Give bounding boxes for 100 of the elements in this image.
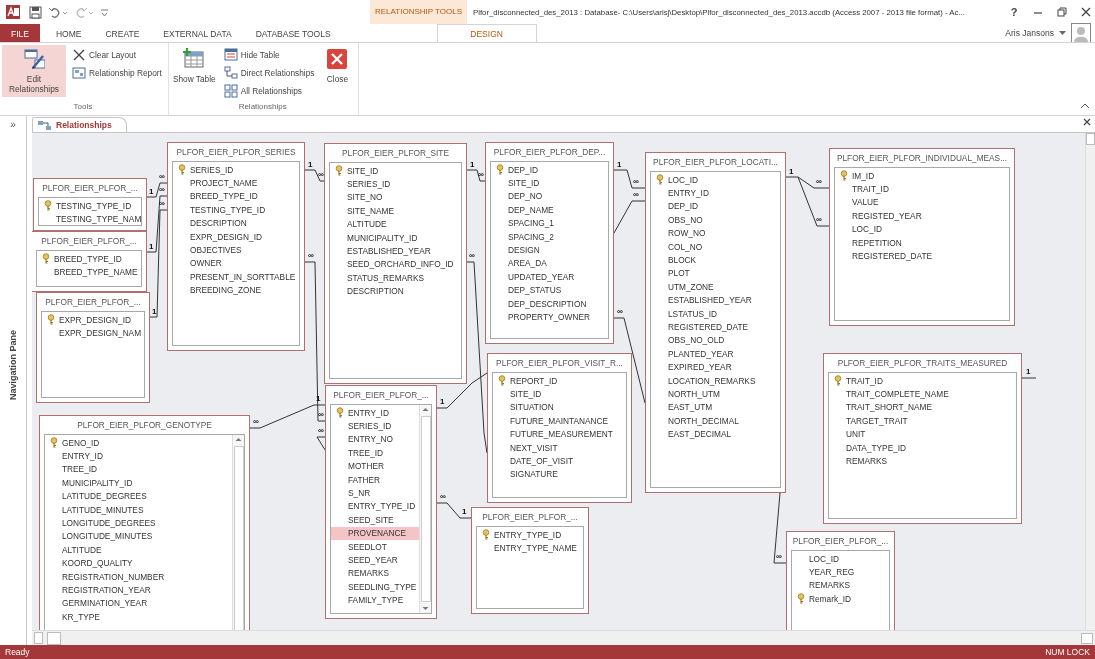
field-row[interactable]: LSTATUS_ID (651, 306, 780, 321)
field-row[interactable]: EAST_UTM (651, 400, 780, 415)
table-window[interactable]: PLFOR_EIER_PLFOR_... BREED_TYPE_ID BREED_TYPE_NAME (32, 231, 147, 292)
ribbon-tab[interactable]: FILE (0, 24, 40, 42)
scroll-down-icon[interactable] (421, 604, 430, 613)
field-row[interactable]: TESTING_TYPE_ID (39, 199, 141, 213)
field-row[interactable]: ENTRY_TYPE_NAME (477, 541, 583, 555)
table-window[interactable]: PLFOR_EIER_PLFOR_TRAITS_MEASURED TRAIT_ID TRAIT_COMPLETE_NAME TRAIT_SHORT_NAME TARGET_TRAIT UNIT DATA_TYPE_ID REMARKS (823, 353, 1022, 524)
field-row[interactable]: DEP_ID (491, 163, 608, 177)
field-row[interactable]: TESTING_TYPE_NAM (39, 212, 141, 225)
field-row[interactable]: REPORT_ID (493, 374, 626, 388)
field-row[interactable]: REMARKS (792, 578, 889, 593)
table-title[interactable]: PLFOR_EIER_PLFOR_VISIT_R... (492, 354, 627, 372)
field-row[interactable]: Remark_ID (792, 592, 889, 606)
field-row[interactable]: SPACING_2 (491, 229, 608, 244)
field-row[interactable]: REMARKS (331, 566, 419, 581)
field-row[interactable]: S_NR (331, 486, 419, 500)
table-window[interactable]: PLFOR_EIER_PLFOR_... EXPR_DESIGN_ID EXPR_DESIGN_NAM (36, 292, 150, 403)
field-row[interactable]: TRAIT_SHORT_NAME (829, 400, 1016, 415)
ribbon-button[interactable]: Clear Layout (70, 47, 164, 63)
relationship-line[interactable] (773, 492, 787, 564)
field-row[interactable]: ENTRY_ID (45, 449, 232, 463)
table-window[interactable]: PLFOR_EIER_PLFOR_... TESTING_TYPE_ID TESTING_TYPE_NAM (33, 178, 147, 231)
field-row[interactable]: ENTRY_ID (331, 406, 419, 420)
field-row[interactable]: SIGNATURE (493, 467, 626, 482)
save-icon[interactable] (29, 5, 42, 19)
table-window[interactable]: PLFOR_EIER_PLFOR_... ENTRY_ID SERIES_ID ENTRY_NO TREE_ID MOTHER FATHER S_NR ENTRY_TYPE_ID SEED_SITE PROVENANCE SEEDLOT SEED_YEAR REMARKS SEEDLING_TYPE FAMILY_TYPE (325, 385, 437, 619)
table-window[interactable]: PLFOR_EIER_PLFOR_SERIES SERIES_ID PROJECT_NAME BREED_TYPE_ID TESTING_TYPE_ID DESCRIPTION EXPR_DESIGN_ID OBJECTIVES OWNER PRESENT_IN_SORTTABLE BREEDING_ZONE (167, 142, 305, 351)
table-window[interactable]: PLFOR_EIER_PLFOR_DEP... DEP_ID SITE_ID DEP_NO DEP_NAME SPACING_1 SPACING_2 DESIGN AREA_DA UPDATED_YEAR DEP_STATUS DEP_DESCRIPTION PROPERTY_OWNER (485, 142, 614, 344)
field-row[interactable]: DATE_OF_VISIT (493, 454, 626, 468)
table-title[interactable]: PLFOR_EIER_PLFOR_... (330, 386, 432, 404)
field-row[interactable]: EXPR_DESIGN_ID (42, 313, 144, 327)
field-row[interactable]: SERIES_ID (331, 419, 419, 433)
relationship-line[interactable] (466, 169, 486, 182)
field-row[interactable]: EXPIRED_YEAR (651, 360, 780, 374)
document-tab[interactable]: Relationships (32, 117, 127, 132)
collapse-ribbon-icon[interactable] (1081, 103, 1089, 109)
field-row[interactable]: REMARKS (829, 454, 1016, 468)
field-row[interactable]: LOC_ID (835, 222, 1009, 236)
field-row[interactable]: EXPR_DESIGN_ID (173, 229, 299, 244)
ribbon-button[interactable]: Hide Table (221, 47, 317, 63)
field-row[interactable]: TRAIT_ID (829, 374, 1016, 388)
field-row[interactable]: KOORD_QUALITY (45, 556, 232, 570)
ribbon-button[interactable]: Edit Relationships (2, 45, 66, 97)
field-row[interactable]: OBS_NO (651, 213, 780, 227)
relationship-line[interactable] (304, 169, 325, 182)
field-row[interactable]: PROPERTY_OWNER (491, 310, 608, 324)
field-row[interactable]: FUTURE_MEASUREMENT (493, 427, 626, 441)
field-row[interactable]: COL_NO (651, 239, 780, 254)
ribbon-button[interactable]: Close (320, 45, 355, 87)
field-row[interactable]: PRESENT_IN_SORTTABLE (173, 270, 299, 284)
field-row[interactable]: BLOCK (651, 253, 780, 267)
field-row[interactable]: SITE_ID (493, 387, 626, 401)
ribbon-tab[interactable]: EXTERNAL DATA (151, 24, 244, 42)
undo-icon[interactable] (48, 5, 68, 19)
field-row[interactable]: REGISTRATION_NUMBER (45, 569, 232, 584)
relationship-line[interactable] (436, 502, 472, 519)
expand-button[interactable]: » (10, 119, 16, 130)
field-scrollbar[interactable] (232, 435, 244, 630)
table-title[interactable]: PLFOR_EIER_PLFOR_TRAITS_MEASURED (828, 354, 1017, 372)
field-row[interactable]: UTM_ZONE (651, 280, 780, 294)
user-name[interactable]: Aris Jansons (1005, 28, 1054, 38)
table-title[interactable]: PLFOR_EIER_PLFOR_GENOTYPE (44, 416, 245, 434)
field-row[interactable]: ENTRY_NO (331, 432, 419, 447)
field-row[interactable]: ESTABLISHED_YEAR (330, 244, 461, 258)
field-row[interactable]: STATUS_REMARKS (330, 271, 461, 285)
field-row[interactable]: AREA_DA (491, 256, 608, 271)
field-row[interactable]: LONGITUDE_MINUTES (45, 529, 232, 544)
field-row[interactable]: ESTABLISHED_YEAR (651, 293, 780, 307)
field-row[interactable]: LOCATION_REMARKS (651, 373, 780, 388)
ribbon-tab[interactable]: DATABASE TOOLS (243, 24, 343, 42)
field-row[interactable]: SEED_YEAR (331, 553, 419, 567)
table-title[interactable]: PLFOR_EIER_PLFOR_... (41, 293, 145, 311)
field-row[interactable]: DEP_NAME (491, 203, 608, 217)
field-row[interactable]: DEP_NO (491, 189, 608, 204)
field-row[interactable]: BREEDING_ZONE (173, 283, 299, 297)
field-row[interactable]: DESCRIPTION (330, 284, 461, 298)
field-row[interactable]: SERIES_ID (173, 163, 299, 177)
field-row[interactable]: MUNICIPALITY_ID (45, 476, 232, 490)
relationship-line[interactable] (797, 176, 830, 227)
field-row[interactable]: LATITUDE_DEGREES (45, 489, 232, 503)
field-row[interactable]: SPACING_1 (491, 216, 608, 230)
field-row[interactable]: BREED_TYPE_NAME (37, 265, 141, 279)
field-row[interactable]: REGISTERED_DATE (651, 320, 780, 334)
relationship-line[interactable] (304, 261, 326, 422)
ribbon-button[interactable]: Show Table (170, 45, 218, 87)
table-window[interactable]: PLFOR_EIER_PLFOR_VISIT_R... REPORT_ID SITE_ID SITUATION FUTURE_MAINTANANCE FUTURE_MEASUREMENT NEXT_VISIT DATE_OF_VISIT SIGNATURE (487, 353, 632, 503)
field-row[interactable]: SITUATION (493, 400, 626, 415)
field-row[interactable]: SITE_NO (330, 190, 461, 205)
field-row[interactable]: PROVENANCE (331, 526, 419, 540)
field-row[interactable]: GERMINATION_YEAR (45, 596, 232, 611)
table-title[interactable]: PLFOR_EIER_PLFOR_DEP... (490, 143, 609, 161)
table-window[interactable]: PLFOR_EIER_PLFOR_... ENTRY_TYPE_ID ENTRY_TYPE_NAME (471, 507, 589, 614)
field-row[interactable]: BREED_TYPE_ID (173, 189, 299, 204)
field-row[interactable]: UPDATED_YEAR (491, 270, 608, 284)
field-row[interactable]: DEP_ID (651, 199, 780, 214)
relationship-line[interactable] (149, 209, 168, 318)
scroll-up-icon[interactable] (421, 405, 430, 414)
ribbon-tab[interactable]: CREATE (93, 24, 152, 42)
ribbon-tab[interactable]: DESIGN (436, 24, 537, 42)
